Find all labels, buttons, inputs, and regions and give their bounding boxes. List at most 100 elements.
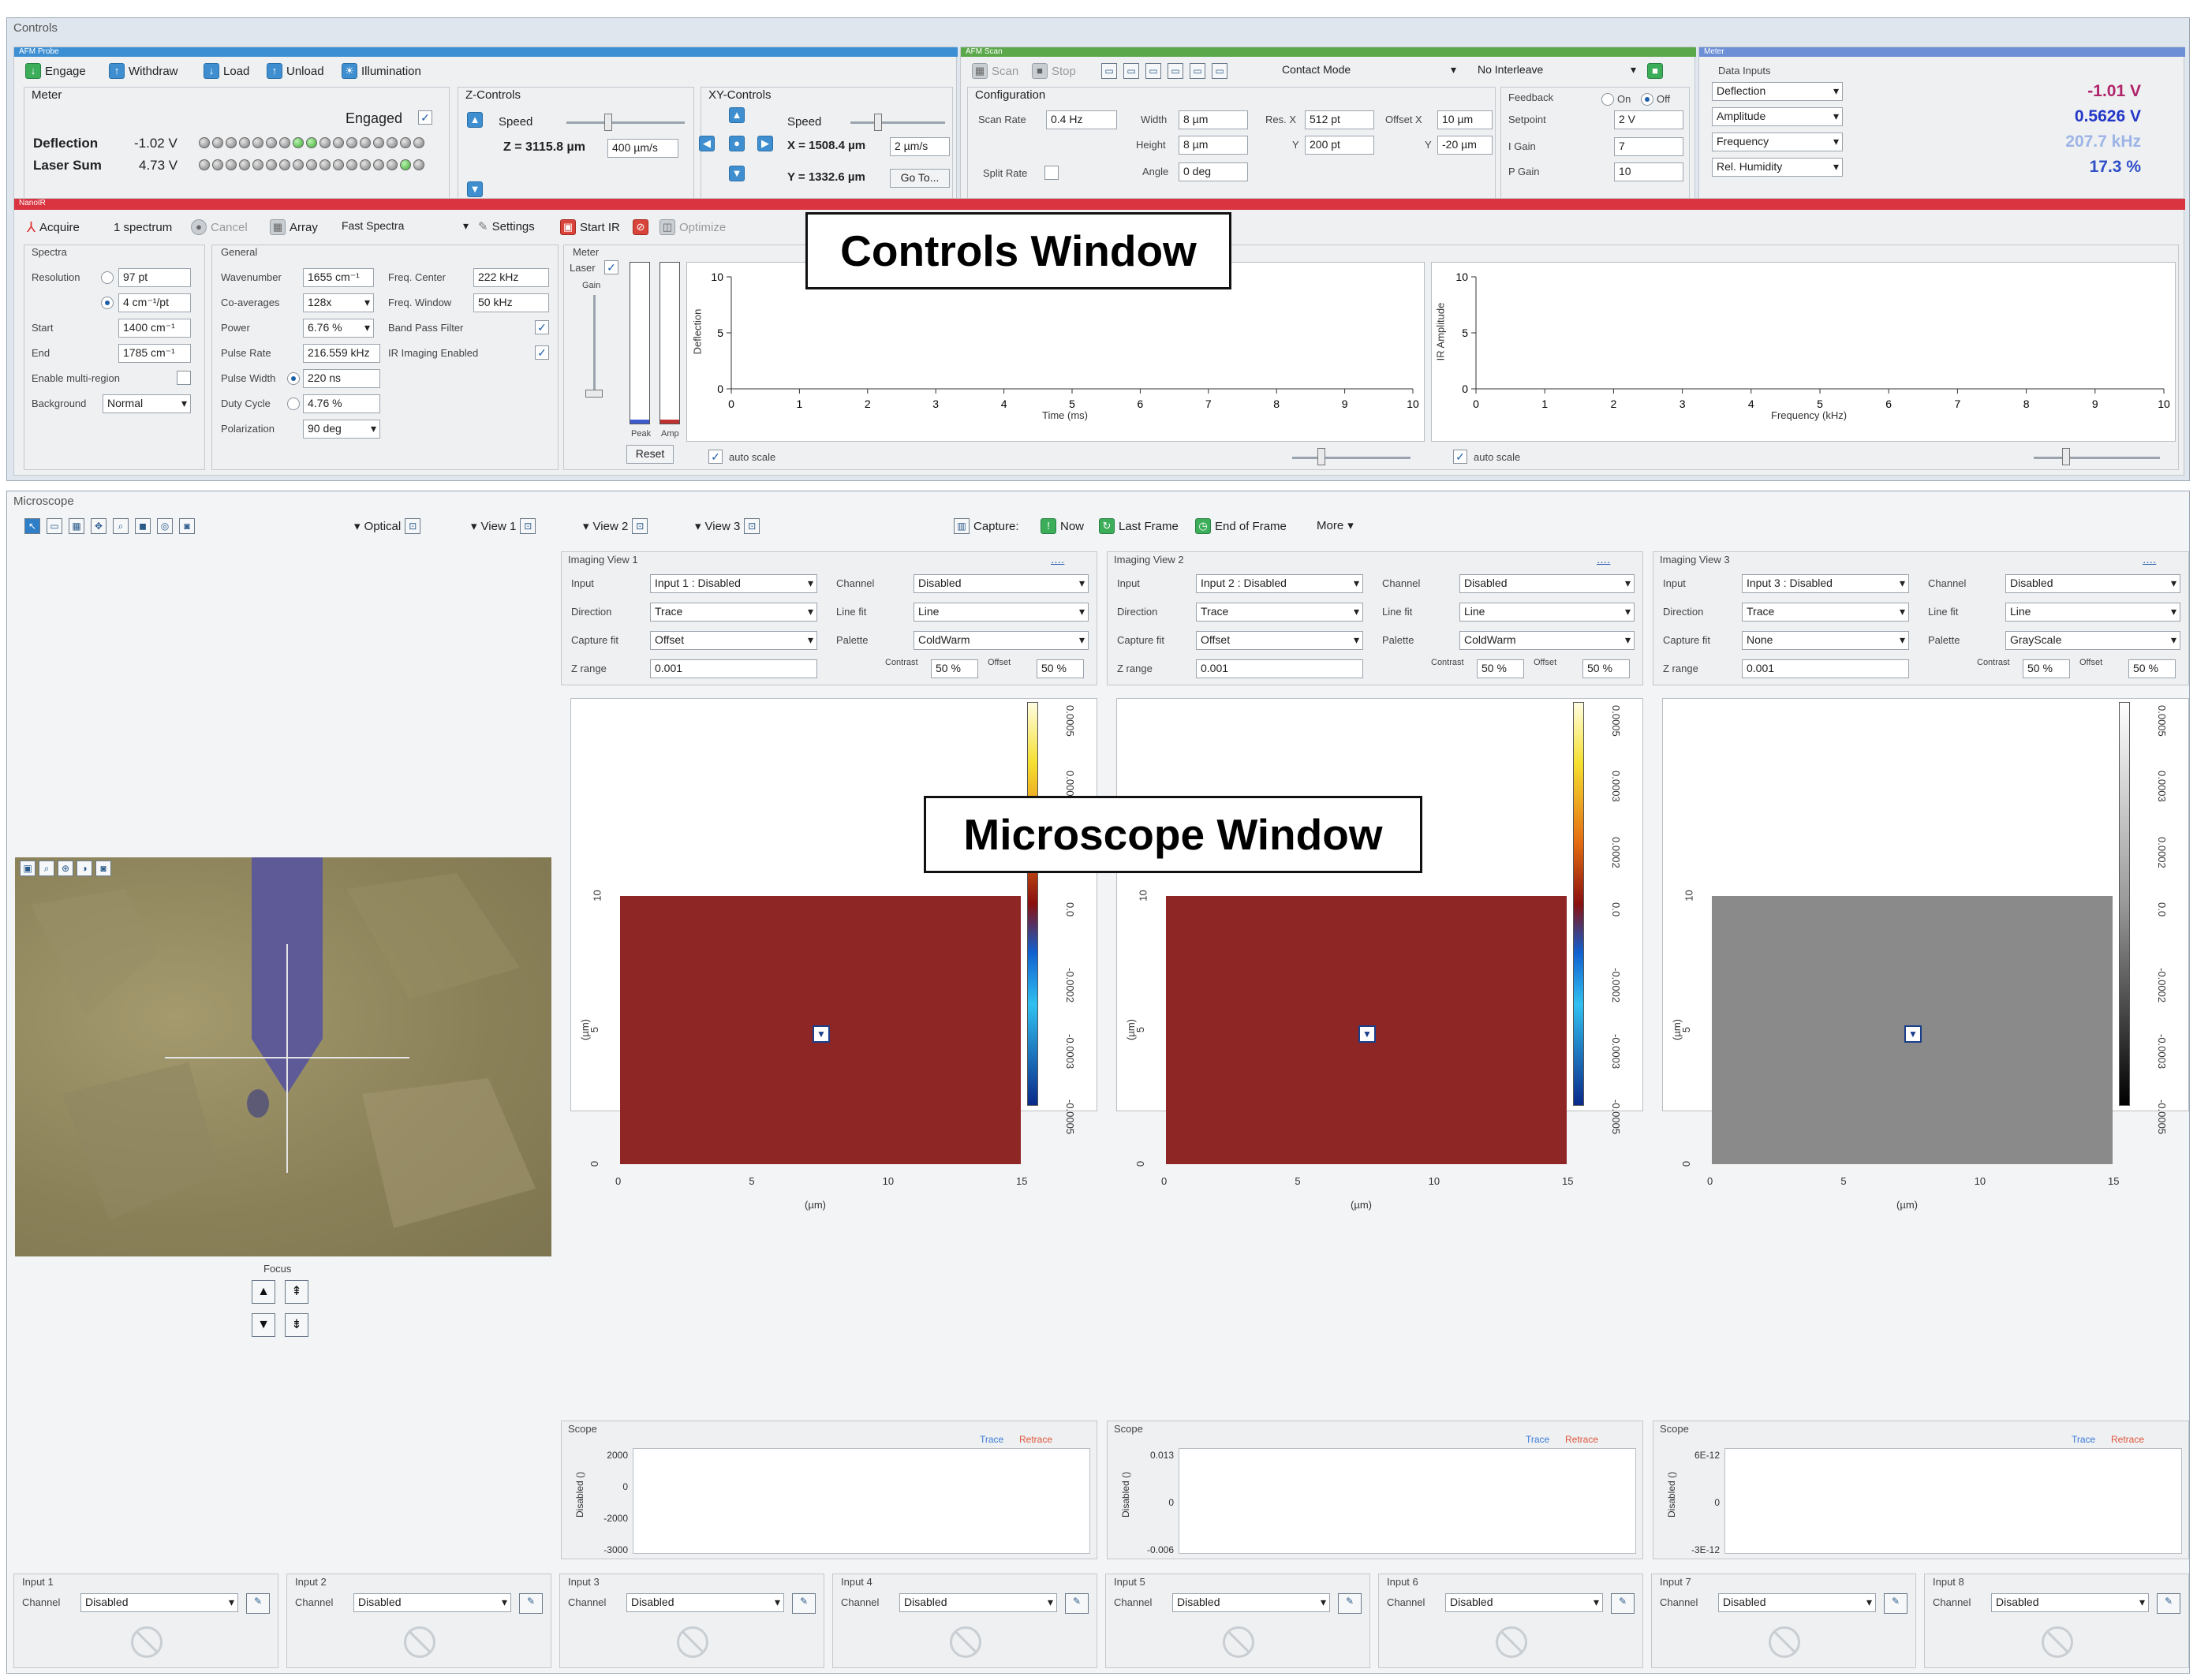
withdraw-button[interactable]: ↑ Withdraw [109, 63, 178, 79]
input-select[interactable]: Input 1 : Disabled [650, 574, 817, 593]
region-tool-icon[interactable]: ◼ [135, 518, 151, 534]
deflection-time-slider-thumb[interactable] [1317, 448, 1325, 465]
split-rate-checkbox[interactable] [1044, 166, 1059, 180]
input-edit-icon[interactable]: ✎ [1065, 1593, 1089, 1614]
tab-view-3[interactable]: ▾ View 3 ⊡ [695, 518, 760, 534]
pulse-rate-field[interactable]: 216.559 kHz [303, 344, 380, 363]
engage-button[interactable]: ↓ Engage [25, 63, 86, 79]
xy-speed-slider-thumb[interactable] [874, 114, 882, 131]
offset-field[interactable]: 50 % [1582, 659, 1630, 678]
z-speed-slider[interactable] [566, 121, 685, 124]
offset-field[interactable]: 50 % [1037, 659, 1084, 678]
channel-select[interactable]: Disabled [2005, 574, 2180, 593]
ir-autoscale-checkbox[interactable]: ✓ [1453, 450, 1467, 464]
tab-view-1[interactable]: ▾ View 1 ⊡ [471, 518, 536, 534]
input-channel-select[interactable]: Disabled [80, 1593, 238, 1612]
toolbar-icon-4[interactable]: ▭ [1168, 63, 1183, 79]
direction-select[interactable]: Trace [1742, 603, 1909, 622]
snapshot-icon[interactable]: ◙ [95, 861, 111, 876]
toolbar-icon-1[interactable]: ▭ [1101, 63, 1117, 79]
z-down-icon[interactable]: ▼ [467, 181, 483, 197]
input-edit-icon[interactable]: ✎ [1338, 1593, 1362, 1614]
focus-down-icon[interactable]: ▼ [252, 1313, 275, 1337]
collapse-link[interactable]: ‥‥ [1597, 554, 1610, 566]
laser-checkbox[interactable]: ✓ [604, 260, 618, 274]
focus-down-fast-icon[interactable]: ⇟ [285, 1313, 308, 1337]
coaverages-select[interactable]: 128x [303, 293, 374, 312]
tab-view-2[interactable]: ▾ View 2 ⊡ [583, 518, 648, 534]
input-edit-icon[interactable]: ✎ [2157, 1593, 2180, 1614]
setpoint-field[interactable]: 2 V [1614, 110, 1683, 129]
cancel-button[interactable]: ● Cancel [191, 219, 248, 235]
laser-off-icon[interactable]: ⊘ [633, 219, 648, 235]
meter-channel-select[interactable]: Amplitude [1712, 107, 1843, 126]
gain-slider[interactable] [593, 295, 596, 398]
settings-button[interactable]: ✎ Settings [478, 219, 535, 234]
move-tool-icon[interactable]: ✥ [91, 518, 106, 534]
capturefit-select[interactable]: Offset [1196, 631, 1363, 650]
toolbar-icon-3[interactable]: ▭ [1145, 63, 1161, 79]
linefit-select[interactable]: Line [1459, 603, 1635, 622]
igain-field[interactable]: 7 [1614, 137, 1683, 156]
linefit-select[interactable]: Line [914, 603, 1089, 622]
resolution-pt-field[interactable]: 97 pt [118, 268, 191, 287]
resolution-pt-radio[interactable] [101, 271, 114, 284]
xy-speed-slider[interactable] [850, 121, 945, 124]
palette-select[interactable]: ColdWarm [914, 631, 1089, 650]
scan-rate-field[interactable]: 0.4 Hz [1046, 110, 1117, 129]
offset-x-field[interactable]: 10 µm [1437, 110, 1493, 129]
zoom-in-icon[interactable]: ⊕ [58, 861, 73, 876]
pulse-width-field[interactable]: 220 ns [303, 369, 380, 388]
gain-slider-thumb[interactable] [585, 390, 603, 398]
acquire-button[interactable]: ⅄ Acquire [27, 219, 80, 236]
collapse-link[interactable]: ‥‥ [1051, 554, 1064, 566]
feedback-off-radio[interactable] [1641, 93, 1653, 106]
width-field[interactable]: 8 µm [1179, 110, 1248, 129]
probe-position-marker[interactable]: ▼ [1358, 1025, 1376, 1043]
input-channel-select[interactable]: Disabled [1445, 1593, 1603, 1612]
y-down-icon[interactable]: ▼ [729, 166, 745, 181]
deflection-autoscale-checkbox[interactable]: ✓ [708, 450, 723, 464]
focus-up-fast-icon[interactable]: ⇞ [285, 1280, 308, 1304]
x-left-icon[interactable]: ◀ [699, 136, 715, 151]
angle-field[interactable]: 0 deg [1179, 162, 1248, 181]
input-select[interactable]: Input 3 : Disabled [1742, 574, 1909, 593]
capture-now-button[interactable]: ! Now [1041, 518, 1084, 534]
x-right-icon[interactable]: ▶ [757, 136, 773, 151]
resolution-cm-field[interactable]: 4 cm⁻¹/pt [118, 293, 191, 312]
unload-button[interactable]: ↑ Unload [267, 63, 324, 79]
contrast-field[interactable]: 50 % [2023, 659, 2070, 678]
meter-channel-select[interactable]: Frequency [1712, 133, 1843, 151]
xy-speed-field[interactable]: 2 µm/s [890, 137, 950, 156]
y-up-icon[interactable]: ▲ [729, 107, 745, 123]
z-speed-slider-thumb[interactable] [604, 114, 612, 131]
contrast-icon[interactable]: ◑ [77, 861, 92, 876]
z-speed-field[interactable]: 400 µm/s [607, 139, 678, 158]
ir-imaging-checkbox[interactable]: ✓ [535, 345, 549, 360]
interleave-select[interactable]: No Interleave [1474, 62, 1639, 80]
scan-button[interactable]: ▦ Scan [972, 63, 1018, 79]
res-y-field[interactable]: 200 pt [1305, 136, 1374, 155]
stop-button[interactable]: ■ Stop [1032, 63, 1076, 79]
background-select[interactable]: Normal [103, 394, 191, 413]
pgain-field[interactable]: 10 [1614, 162, 1683, 181]
deflection-time-slider[interactable] [1292, 457, 1410, 459]
input-edit-icon[interactable]: ✎ [1611, 1593, 1635, 1614]
scan-mode-select[interactable]: Contact Mode [1278, 62, 1459, 80]
input-edit-icon[interactable]: ✎ [519, 1593, 543, 1614]
freq-window-field[interactable]: 50 kHz [473, 293, 549, 312]
more-menu[interactable]: More ▾ [1317, 518, 1354, 533]
height-field[interactable]: 8 µm [1179, 136, 1248, 155]
contrast-field[interactable]: 50 % [1477, 659, 1524, 678]
load-button[interactable]: ↓ Load [204, 63, 249, 79]
offset-field[interactable]: 50 % [2128, 659, 2176, 678]
array-button[interactable]: ▦ Array [270, 219, 318, 235]
polarization-select[interactable]: 90 deg [303, 420, 380, 439]
optical-image[interactable]: ▣ ⌕ ⊕ ◑ ◙ [15, 857, 551, 1256]
pointer-tool-icon[interactable]: ↖ [24, 518, 40, 534]
input-edit-icon[interactable]: ✎ [1884, 1593, 1907, 1614]
input-select[interactable]: Input 2 : Disabled [1196, 574, 1363, 593]
resolution-cm-radio[interactable] [101, 297, 114, 309]
scan-go-icon[interactable]: ■ [1647, 63, 1663, 79]
res-x-field[interactable]: 512 pt [1305, 110, 1374, 129]
